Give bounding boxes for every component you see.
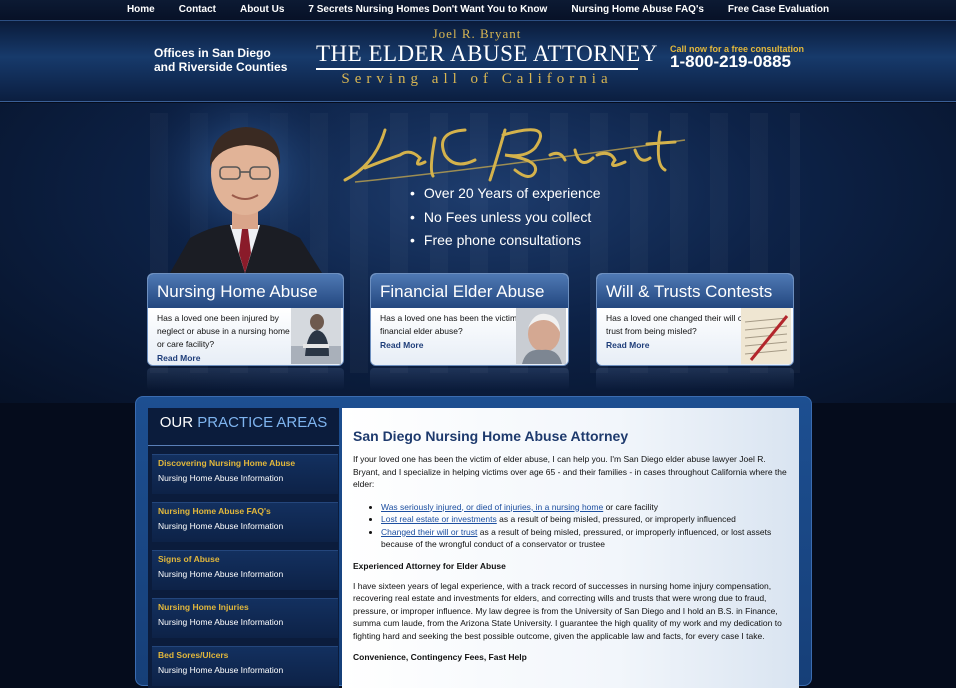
card-nursing-home-abuse[interactable]: Nursing Home Abuse Has a loved one been … [147,273,344,366]
card-title: Financial Elder Abuse [371,274,568,308]
nav-home[interactable]: Home [115,0,167,20]
attorney-portrait [150,103,340,273]
nav-7-secrets[interactable]: 7 Secrets Nursing Homes Don't Want You t… [296,0,559,20]
sidebar-heading-accent: PRACTICE AREAS [197,414,328,431]
sidebar-item-discovering-abuse[interactable]: Discovering Nursing Home Abuse Nursing H… [152,454,338,494]
list-item: Changed their will or trust as a result … [381,526,789,551]
sidebar-item-title: Bed Sores/Ulcers [158,650,229,660]
will-trust-link[interactable]: Changed their will or trust [381,527,477,537]
card-reflection [370,368,569,390]
elderly-man-photo [291,308,341,364]
top-navigation: Home Contact About Us 7 Secrets Nursing … [0,0,956,20]
sidebar-item-subtitle: Nursing Home Abuse Information [158,617,284,627]
hero-bullet: Over 20 Years of experience [410,182,601,206]
sidebar-item-title: Signs of Abuse [158,554,220,564]
card-text: Has a loved one has been the victim of f… [380,313,527,336]
elderly-woman-photo [516,308,566,364]
page-title: San Diego Nursing Home Abuse Attorney [353,428,629,444]
sidebar-item-bed-sores[interactable]: Bed Sores/Ulcers Nursing Home Abuse Info… [152,646,338,686]
injury-link[interactable]: Was seriously injured, or died of injuri… [381,502,603,512]
hero-bullet: Free phone consultations [410,229,601,253]
sidebar-heading-plain: OUR [159,414,194,431]
card-reflection [596,368,794,390]
logo-firm-name: THE ELDER ABUSE ATTORNEY [316,42,657,70]
will-document-photo [741,308,791,364]
sidebar-item-subtitle: Nursing Home Abuse Information [158,521,284,531]
signature-graphic [343,128,686,183]
intro-paragraph: If your loved one has been the victim of… [353,454,787,489]
card-title: Nursing Home Abuse [148,274,343,308]
nav-about-us[interactable]: About Us [228,0,296,20]
elder-situations-list: Was seriously injured, or died of injuri… [353,501,789,551]
real-estate-link[interactable]: Lost real estate or investments [381,514,497,524]
hero-bullet: No Fees unless you collect [410,206,601,230]
sidebar-item-title: Nursing Home Injuries [158,602,249,612]
sidebar-item-signs-of-abuse[interactable]: Signs of Abuse Nursing Home Abuse Inform… [152,550,338,590]
read-more-link[interactable]: Read More [606,340,649,350]
nav-free-case-evaluation[interactable]: Free Case Evaluation [716,0,841,20]
card-text: Has a loved one been injured by neglect … [157,313,290,349]
list-item: Lost real estate or investments as a res… [381,513,789,526]
phone-number[interactable]: 1-800-219-0885 [670,52,791,72]
sidebar-item-subtitle: Nursing Home Abuse Information [158,569,284,579]
sidebar-item-title: Nursing Home Abuse FAQ's [158,506,271,516]
section-heading-convenience: Convenience, Contingency Fees, Fast Help [353,652,527,662]
offices-line-2: and Riverside Counties [154,60,288,74]
read-more-link[interactable]: Read More [380,340,423,350]
card-title: Will & Trusts Contests [597,274,793,308]
list-item-text: as a result of being misled, pressured, … [496,514,736,524]
site-header: Offices in San Diego and Riverside Count… [0,20,956,102]
offices-line-1: Offices in San Diego [154,46,271,60]
card-text: Has a loved one changed their will or tr… [606,313,746,336]
card-reflection [147,368,344,390]
experience-paragraph: I have sixteen years of legal experience… [353,580,782,641]
card-will-trusts-contests[interactable]: Will & Trusts Contests Has a loved one c… [596,273,794,366]
practice-areas-sidebar: OUR PRACTICE AREAS Discovering Nursing H… [148,408,339,688]
read-more-link[interactable]: Read More [157,353,200,363]
nav-contact[interactable]: Contact [167,0,228,20]
list-item-text: or care facility [603,501,659,512]
main-content: San Diego Nursing Home Abuse Attorney If… [342,408,799,688]
sidebar-item-faqs[interactable]: Nursing Home Abuse FAQ's Nursing Home Ab… [152,502,338,542]
sidebar-item-title: Discovering Nursing Home Abuse [158,458,296,468]
nav-faqs[interactable]: Nursing Home Abuse FAQ's [559,0,716,20]
sidebar-item-subtitle: Nursing Home Abuse Information [158,473,284,483]
section-heading-experience: Experienced Attorney for Elder Abuse [353,560,506,571]
sidebar-item-injuries[interactable]: Nursing Home Injuries Nursing Home Abuse… [152,598,338,638]
card-financial-elder-abuse[interactable]: Financial Elder Abuse Has a loved one ha… [370,273,569,366]
logo-attorney-name: Joel R. Bryant [432,26,522,41]
offices-text: Offices in San Diego and Riverside Count… [154,46,287,74]
list-item: Was seriously injured, or died of injuri… [381,501,789,514]
logo-tagline: Serving all of California [341,71,613,87]
hero-bullet-list: Over 20 Years of experience No Fees unle… [410,182,601,253]
sidebar-heading: OUR PRACTICE AREAS [148,408,339,446]
site-logo[interactable]: Joel R. Bryant THE ELDER ABUSE ATTORNEY … [316,26,657,88]
